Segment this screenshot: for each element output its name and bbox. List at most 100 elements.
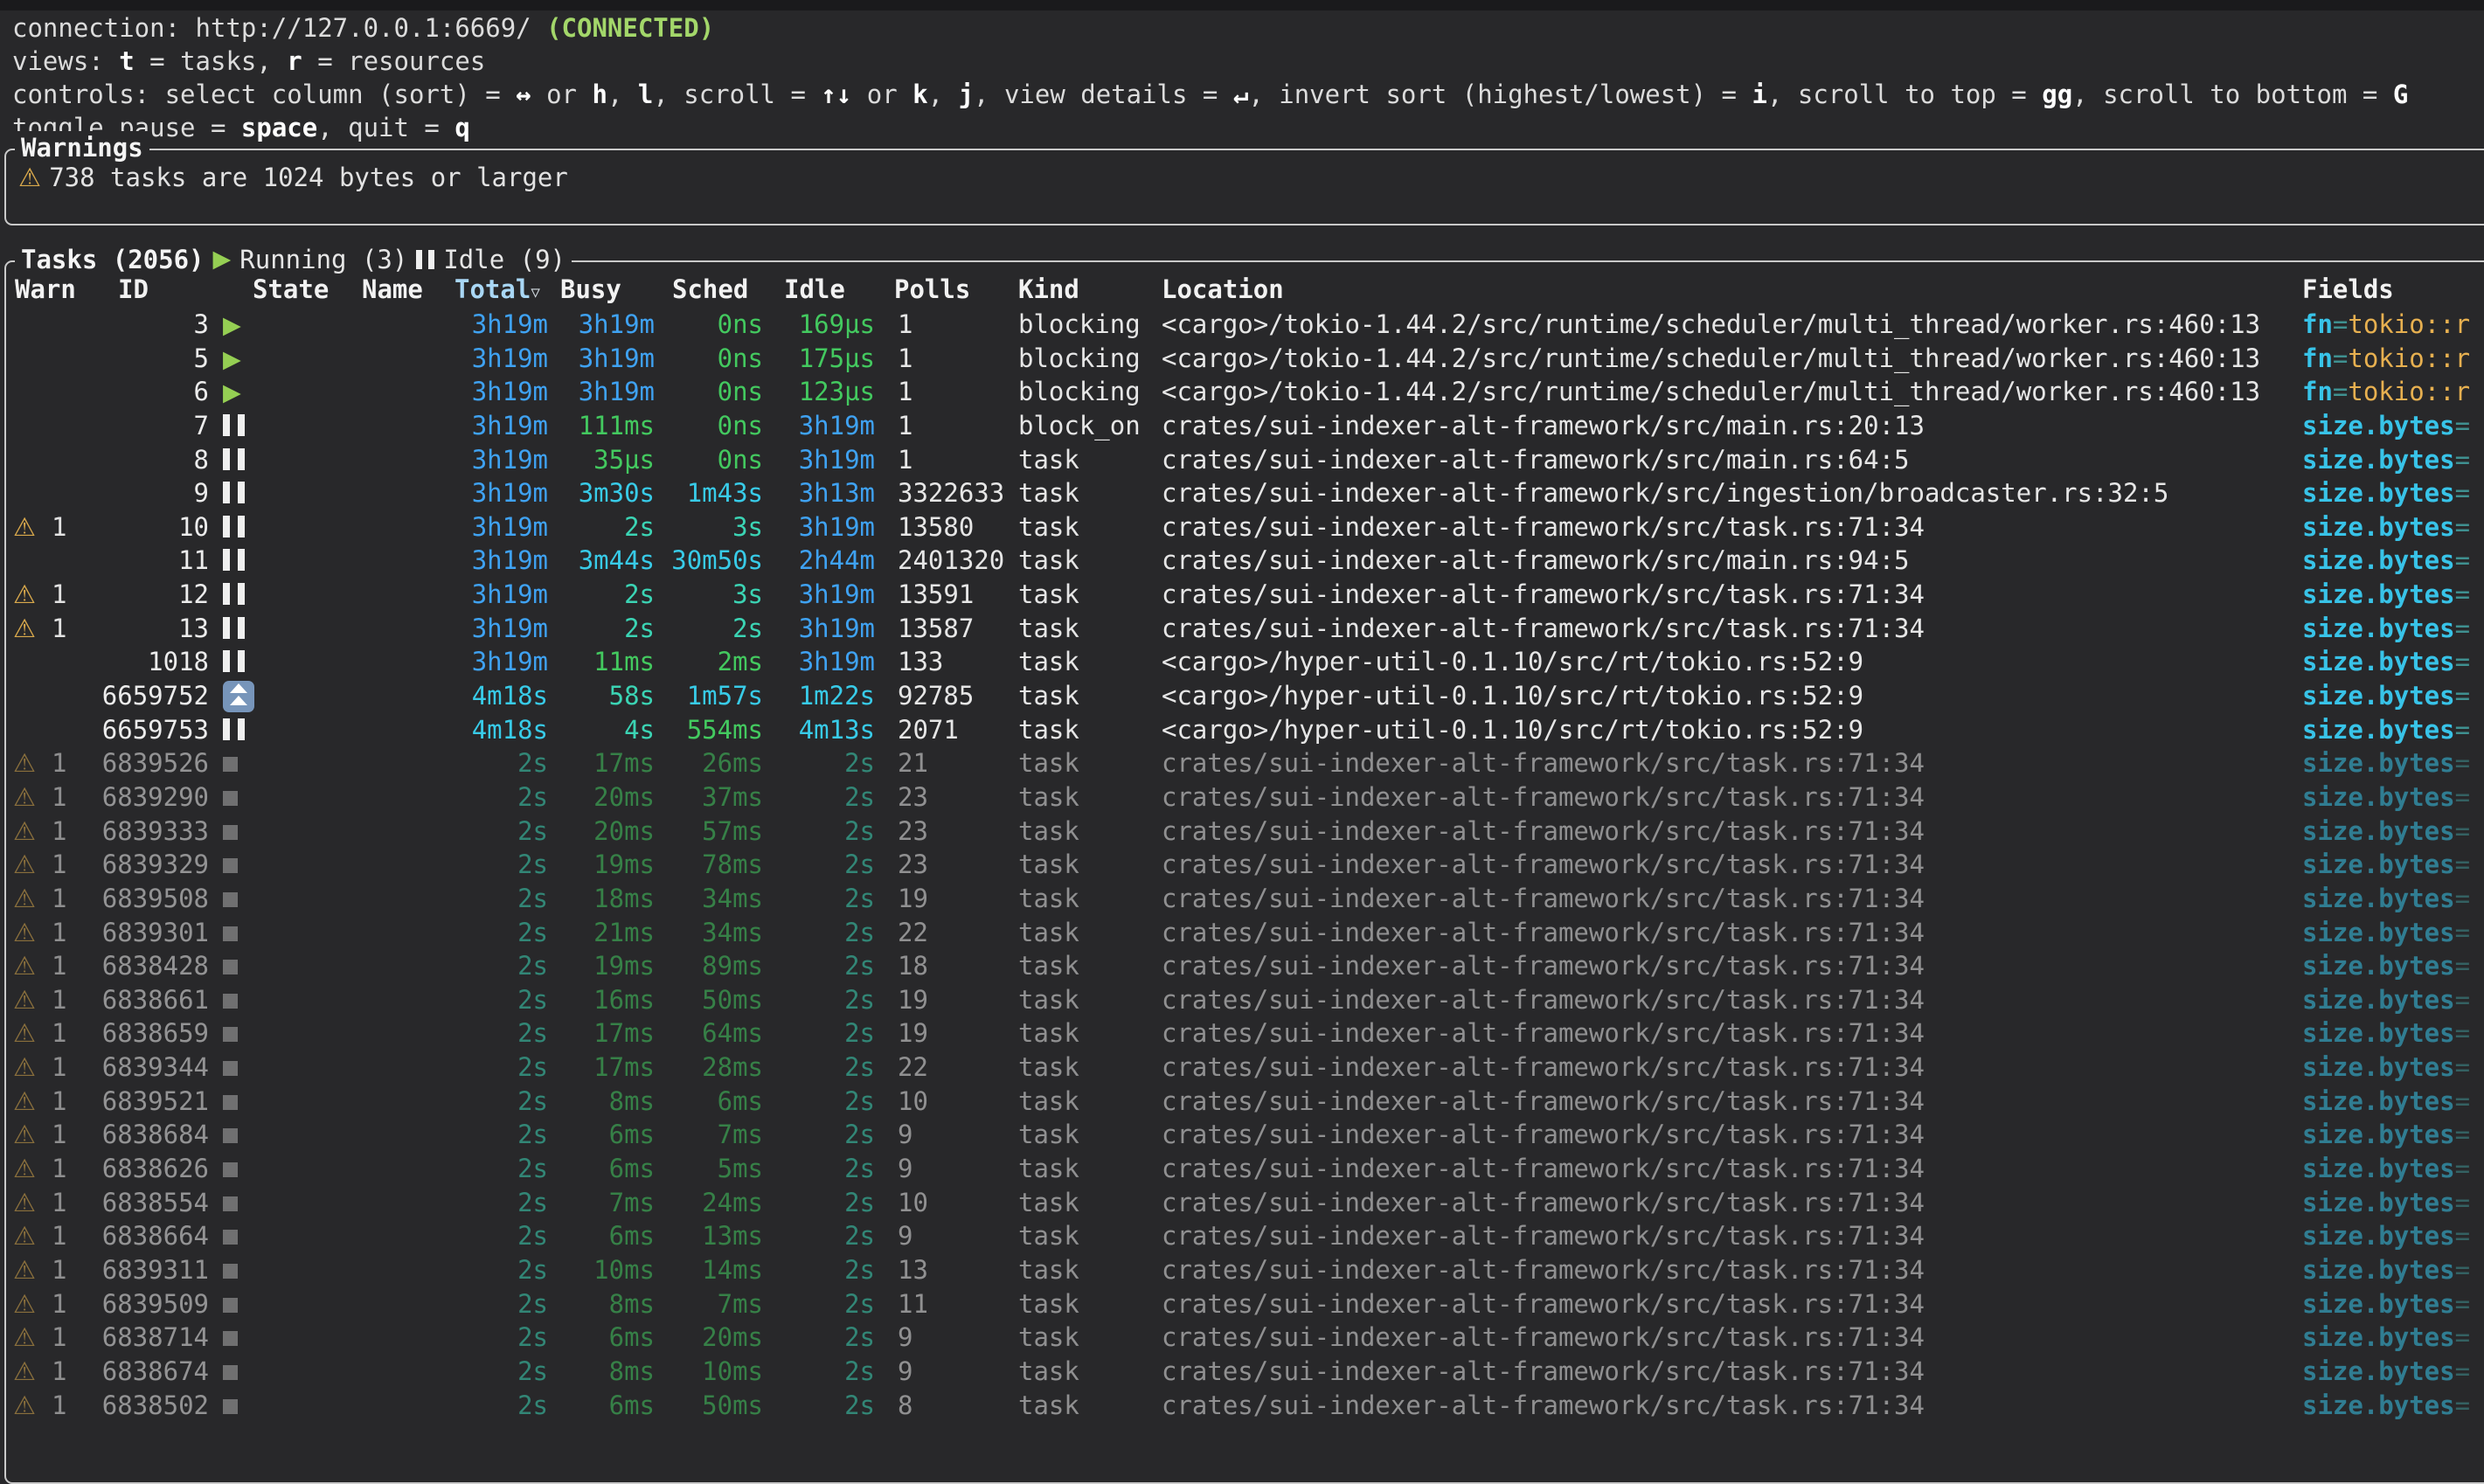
state-cell (223, 815, 284, 848)
idle-duration: 2s (772, 1186, 875, 1219)
terminal-top-strip (0, 0, 2484, 10)
task-row[interactable]: ⚠1123h19m2s3s3h19m13591taskcrates/sui-in… (6, 578, 2484, 612)
polls-count: 8 (898, 1389, 1013, 1422)
state-cell (223, 780, 284, 814)
task-row[interactable]: ⚠168386642s6ms13ms2s9taskcrates/sui-inde… (6, 1219, 2484, 1253)
field-equals: = (2455, 1120, 2470, 1149)
warn-count: 1 (52, 1287, 87, 1321)
task-row[interactable]: 3▶3h19m3h19m0ns169µs1blocking<cargo>/tok… (6, 308, 2484, 342)
idle-duration: 2h44m (772, 544, 875, 577)
field-equals: = (2455, 918, 2470, 947)
tokio-console-tasks-screen: { "topbar": { "lines": [ [ {"t":"connect… (0, 0, 2484, 1418)
column-header-busy[interactable]: Busy (560, 273, 621, 306)
table-header-row: Warn ID State Name Total▿ Busy Sched Idl… (6, 273, 2484, 307)
polls-count: 18 (898, 949, 1013, 982)
column-header-kind[interactable]: Kind (1018, 273, 1079, 306)
warn-count: 1 (52, 1051, 87, 1084)
task-row[interactable]: 6▶3h19m3h19m0ns123µs1blocking<cargo>/tok… (6, 375, 2484, 409)
warning-icon: ⚠ (13, 780, 45, 814)
task-row[interactable]: ⚠168393292s19ms78ms2s23taskcrates/sui-in… (6, 848, 2484, 882)
state-cell (223, 578, 284, 613)
task-row[interactable]: ⚠168387142s6ms20ms2s9taskcrates/sui-inde… (6, 1321, 2484, 1355)
idle-duration: 2s (772, 746, 875, 780)
state-cell (223, 510, 284, 545)
field-key: size.bytes (2302, 1221, 2455, 1251)
task-row[interactable]: ⚠168385542s7ms24ms2s10taskcrates/sui-ind… (6, 1186, 2484, 1220)
warning-icon: ⚠ (13, 1016, 45, 1050)
task-row[interactable]: ⚠168384282s19ms89ms2s18taskcrates/sui-in… (6, 949, 2484, 983)
task-row[interactable]: 93h19m3m30s1m43s3h13m3322633taskcrates/s… (6, 476, 2484, 510)
sched-duration: 554ms (663, 713, 763, 746)
task-row[interactable]: 66597534m18s4s554ms4m13s2071task<cargo>/… (6, 713, 2484, 747)
busy-duration: 18ms (557, 882, 655, 915)
field-equals: = (2455, 512, 2470, 542)
help-text: = resources (302, 46, 486, 76)
idle-duration: 2s (772, 1051, 875, 1084)
task-row[interactable]: 73h19m111ms0ns3h19m1block_oncrates/sui-i… (6, 409, 2484, 443)
field-key: size.bytes (2302, 579, 2455, 609)
key-hint: k (912, 80, 927, 109)
task-row[interactable]: ⚠168393012s21ms34ms2s22taskcrates/sui-in… (6, 916, 2484, 950)
idle-duration: 175µs (772, 342, 875, 375)
task-row[interactable]: 113h19m3m44s30m50s2h44m2401320taskcrates… (6, 544, 2484, 578)
sched-duration: 0ns (663, 342, 763, 375)
task-fields: size.bytes= (2302, 746, 2484, 780)
column-header-location[interactable]: Location (1162, 273, 1284, 306)
task-location: crates/sui-indexer-alt-framework/src/tas… (1162, 1321, 2302, 1354)
idle-duration: 4m13s (772, 713, 875, 746)
task-row[interactable]: ⚠168395092s8ms7ms2s11taskcrates/sui-inde… (6, 1287, 2484, 1321)
task-row[interactable]: ⚠1133h19m2s2s3h19m13587taskcrates/sui-in… (6, 612, 2484, 646)
task-row[interactable]: ⚠168386742s8ms10ms2s9taskcrates/sui-inde… (6, 1355, 2484, 1389)
idle-duration: 169µs (772, 308, 875, 341)
column-header-warn[interactable]: Warn (15, 273, 76, 306)
task-row[interactable]: ⚠168392902s20ms37ms2s23taskcrates/sui-in… (6, 780, 2484, 815)
task-id: 6838661 (94, 983, 209, 1016)
task-row[interactable]: ⚠168386612s16ms50ms2s19taskcrates/sui-in… (6, 983, 2484, 1017)
column-header-name[interactable]: Name (362, 273, 423, 306)
task-row[interactable]: ⚠168395262s17ms26ms2s21taskcrates/sui-in… (6, 746, 2484, 780)
task-row[interactable]: ⚠168393442s17ms28ms2s22taskcrates/sui-in… (6, 1051, 2484, 1085)
sched-duration: 3s (663, 578, 763, 611)
state-cell (223, 1118, 284, 1151)
task-id: 6838684 (94, 1118, 209, 1151)
field-equals: = (2455, 445, 2470, 475)
task-row[interactable]: ⚠168393112s10ms14ms2s13taskcrates/sui-in… (6, 1253, 2484, 1287)
task-row[interactable]: ⚠168386262s6ms5ms2s9taskcrates/sui-index… (6, 1152, 2484, 1186)
total-duration: 2s (382, 848, 548, 881)
task-location: crates/sui-indexer-alt-framework/src/tas… (1162, 1287, 2302, 1321)
task-row[interactable]: ⚠168393332s20ms57ms2s23taskcrates/sui-in… (6, 815, 2484, 849)
task-row[interactable]: 83h19m35µs0ns3h19m1taskcrates/sui-indexe… (6, 443, 2484, 477)
task-row[interactable]: 10183h19m11ms2ms3h19m133task<cargo>/hype… (6, 645, 2484, 679)
column-header-polls[interactable]: Polls (894, 273, 970, 306)
task-row[interactable]: ⚠168395082s18ms34ms2s19taskcrates/sui-in… (6, 882, 2484, 916)
column-header-sched[interactable]: Sched (672, 273, 748, 306)
total-duration: 3h19m (382, 308, 548, 341)
busy-duration: 58s (557, 679, 655, 712)
task-location: crates/sui-indexer-alt-framework/src/tas… (1162, 848, 2302, 881)
help-text: views: (12, 46, 119, 76)
task-location: crates/sui-indexer-alt-framework/src/tas… (1162, 1253, 2302, 1286)
column-header-id[interactable]: ID (118, 273, 149, 306)
task-row[interactable]: 66597524m18s58s1m57s1m22s92785task<cargo… (6, 679, 2484, 713)
running-icon: ▶ (223, 312, 241, 339)
column-header-state[interactable]: State (253, 273, 329, 306)
warn-count: 1 (52, 1321, 87, 1354)
task-row[interactable]: 5▶3h19m3h19m0ns175µs1blocking<cargo>/tok… (6, 342, 2484, 376)
task-row[interactable]: ⚠168385022s6ms50ms2s8taskcrates/sui-inde… (6, 1389, 2484, 1423)
column-header-total-sorted[interactable]: Total▿ (454, 273, 540, 309)
task-row[interactable]: ⚠1103h19m2s3s3h19m13580taskcrates/sui-in… (6, 510, 2484, 544)
polls-count: 1 (898, 342, 1013, 375)
column-header-fields[interactable]: Fields (2302, 273, 2394, 306)
task-id: 6839290 (94, 780, 209, 814)
task-kind: task (1018, 1389, 1158, 1422)
polls-count: 13580 (898, 510, 1013, 544)
column-header-idle[interactable]: Idle (784, 273, 845, 306)
task-row[interactable]: ⚠168386592s17ms64ms2s19taskcrates/sui-in… (6, 1016, 2484, 1051)
busy-duration: 3h19m (557, 342, 655, 375)
task-row[interactable]: ⚠168386842s6ms7ms2s9taskcrates/sui-index… (6, 1118, 2484, 1152)
task-fields: size.bytes= (2302, 476, 2484, 510)
sched-duration: 34ms (663, 916, 763, 949)
field-key: size.bytes (2302, 545, 2455, 575)
task-fields: size.bytes= (2302, 1389, 2484, 1422)
task-row[interactable]: ⚠168395212s8ms6ms2s10taskcrates/sui-inde… (6, 1085, 2484, 1119)
